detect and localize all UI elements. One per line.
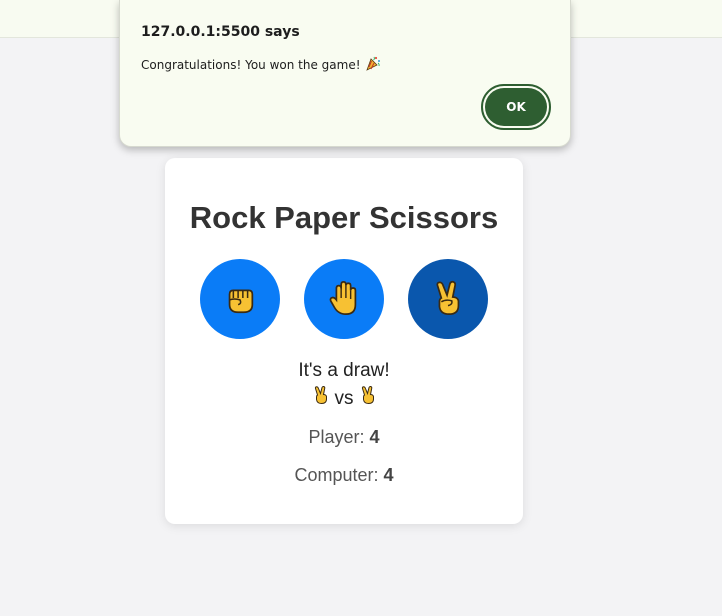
- page-title: Rock Paper Scissors: [189, 200, 499, 235]
- fist-icon: [221, 279, 259, 320]
- alert-dialog: 127.0.0.1:5500 says Congratulations! You…: [119, 0, 571, 147]
- player-score-label: Player:: [308, 427, 370, 447]
- result-text: It's a draw!: [298, 360, 390, 381]
- player-score-value: 4: [369, 427, 380, 447]
- computer-score: Computer: 4: [165, 465, 523, 486]
- versus-line: vs: [165, 384, 523, 414]
- player-choice-icon: [311, 384, 331, 414]
- computer-score-label: Computer:: [294, 465, 384, 485]
- choice-buttons: [200, 259, 488, 339]
- computer-choice-icon: [358, 384, 378, 414]
- raised-hand-icon: [325, 279, 363, 320]
- rock-button[interactable]: [200, 259, 280, 339]
- ok-button[interactable]: OK: [485, 88, 547, 126]
- game-card: Rock Paper Scissors It's a draw! vs Play…: [165, 158, 523, 524]
- computer-score-value: 4: [383, 465, 394, 485]
- party-popper-icon: [365, 55, 381, 74]
- victory-hand-icon: [429, 279, 467, 320]
- scissors-button[interactable]: [408, 259, 488, 339]
- dialog-message: Congratulations! You won the game!: [141, 57, 361, 72]
- ok-focus-ring: OK: [481, 84, 551, 130]
- result-area: It's a draw! vs: [165, 358, 523, 414]
- player-score: Player: 4: [165, 427, 523, 448]
- vs-label: vs: [334, 388, 354, 409]
- paper-button[interactable]: [304, 259, 384, 339]
- dialog-message-line: Congratulations! You won the game!: [141, 55, 381, 74]
- dialog-origin: 127.0.0.1:5500 says: [141, 24, 300, 40]
